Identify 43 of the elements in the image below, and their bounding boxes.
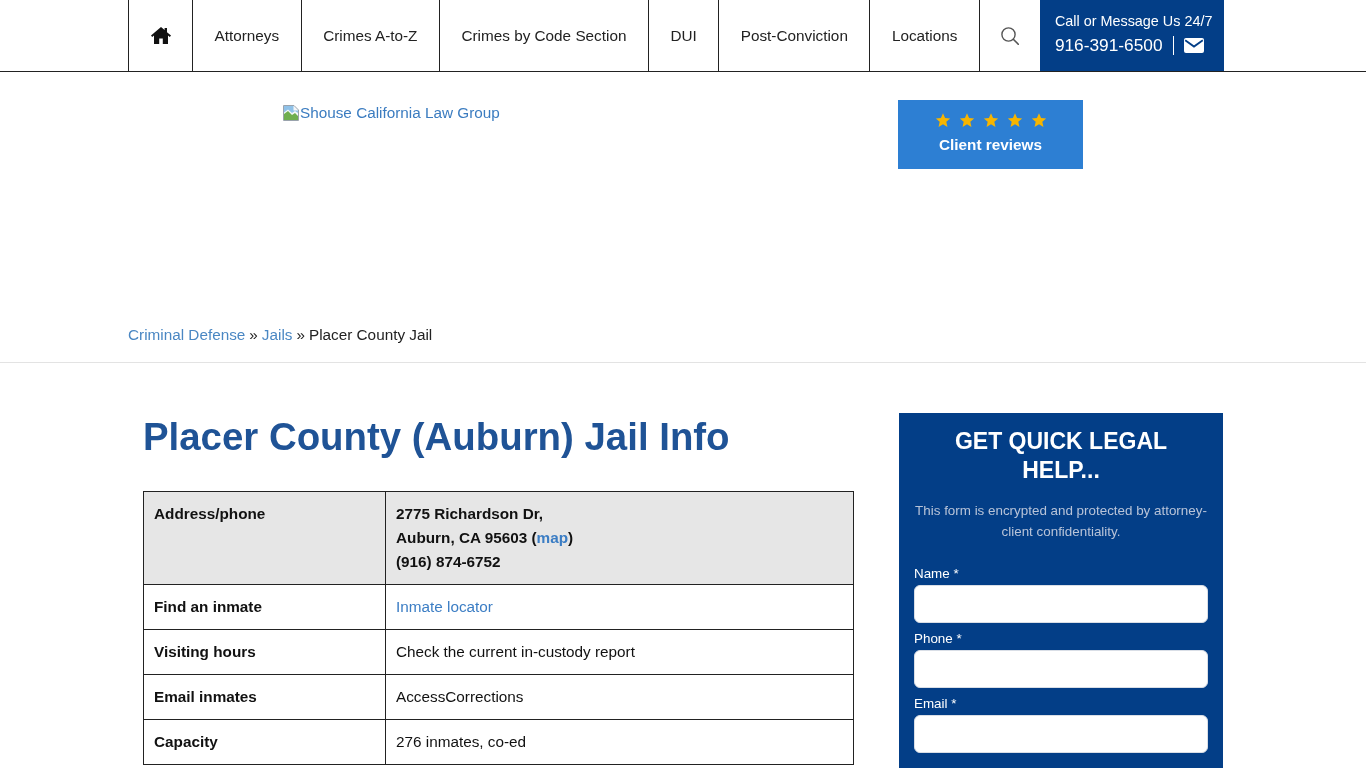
nav-link[interactable]: Crimes by Code Section	[438, 0, 648, 71]
page-title: Placer County (Auburn) Jail Info	[143, 416, 731, 458]
star-icon	[958, 113, 975, 128]
nav-link[interactable]: Locations	[869, 0, 979, 71]
table-cell: AccessCorrections	[385, 674, 854, 720]
breadcrumb-separator: »	[296, 325, 305, 345]
table-cell: Visiting hours	[143, 629, 386, 675]
nav-link[interactable]: Attorneys	[192, 0, 301, 71]
star-icon	[934, 113, 951, 128]
field-label: Name *	[914, 565, 960, 582]
input-field[interactable]	[914, 585, 1208, 623]
input-field[interactable]	[914, 650, 1208, 688]
table-cell: Email inmates	[143, 674, 386, 720]
phone-link[interactable]: 916-391-6500	[1054, 34, 1163, 56]
table-cell: Address/phone	[143, 491, 386, 585]
breadcrumb-current: Placer County Jail	[308, 325, 433, 345]
table-cell: 2775 Richardson Dr, Auburn, CA 95603 (map) (916) 874-6752	[385, 491, 854, 585]
form-title: GET QUICK LEGAL HELP...	[953, 427, 1169, 485]
field-label: Phone *	[914, 630, 963, 647]
star-icon	[1006, 113, 1023, 128]
breadcrumb-separator: »	[249, 325, 258, 345]
contact-caption: Call or Message Us 24/7	[1054, 12, 1213, 30]
nav-link[interactable]: DUI	[647, 0, 719, 71]
breadcrumb-link[interactable]: Jails	[261, 323, 293, 347]
breadcrumb-link[interactable]: Criminal Defense	[128, 323, 246, 347]
reviews-button[interactable]: Client reviews	[898, 100, 1083, 169]
image-icon	[283, 105, 299, 121]
nav-link[interactable]: Post-Conviction	[718, 0, 870, 71]
table-cell: Capacity	[143, 719, 386, 765]
search-icon	[1000, 26, 1019, 45]
field-label: Email *	[914, 695, 958, 712]
table-link[interactable]: Inmate locator	[396, 598, 493, 615]
input-field[interactable]	[914, 715, 1208, 753]
star-icon	[982, 113, 999, 128]
table-cell: Find an inmate	[143, 584, 386, 630]
logo-link[interactable]: Shouse California Law Group	[283, 103, 500, 123]
table-cell: Check the current in-custody report	[385, 629, 854, 675]
envelope-icon[interactable]	[1183, 37, 1204, 53]
table-cell: 276 inmates, co-ed	[385, 719, 854, 765]
star-icon	[1030, 113, 1047, 128]
home-icon	[150, 27, 171, 44]
form-note: This form is encrypted and protected by attorney-client confidentiality.	[914, 502, 1208, 541]
nav-link[interactable]: Crimes A-to-Z	[300, 0, 439, 71]
